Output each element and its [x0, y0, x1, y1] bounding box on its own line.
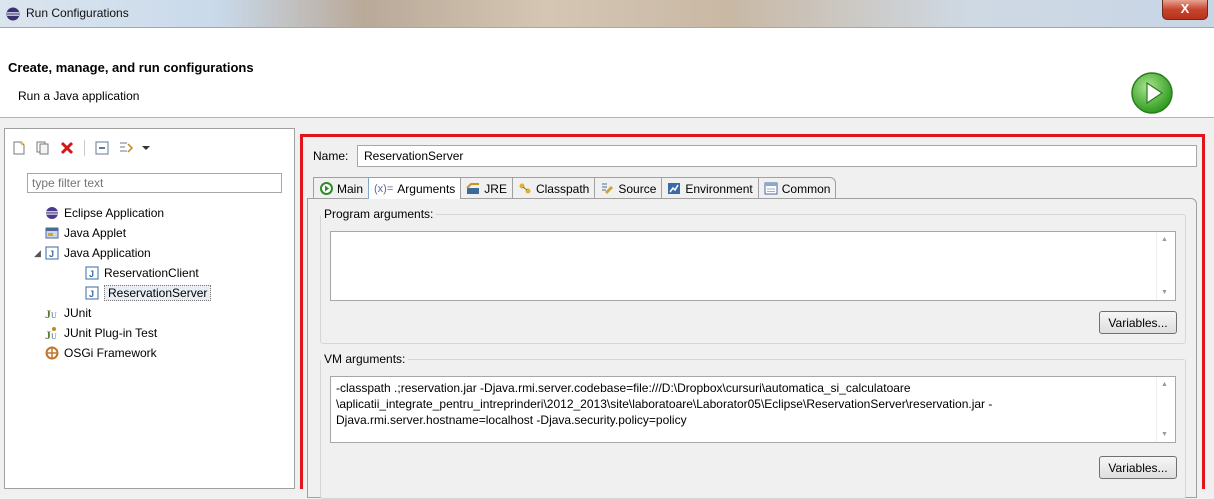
vm-arguments-line: Djava.rmi.server.hostname=localhost -Dja… [336, 413, 687, 427]
svg-text:J: J [89, 269, 94, 279]
tab-source[interactable]: Source [594, 177, 662, 199]
tab-main[interactable]: Main [313, 177, 369, 199]
close-button[interactable]: X [1162, 0, 1208, 20]
svg-text:U: U [51, 332, 57, 340]
new-configuration-icon[interactable] [10, 139, 28, 157]
program-arguments-label: Program arguments: [321, 207, 437, 221]
window-title: Run Configurations [26, 6, 129, 20]
config-tabs: Main (x)= Arguments JRE Classpath Source… [313, 177, 837, 199]
jre-icon [466, 182, 480, 196]
vm-arguments-textarea[interactable]: -classpath .;reservation.jar -Djava.rmi.… [330, 376, 1176, 443]
tree-item-label: Eclipse Application [64, 206, 165, 220]
osgi-icon [45, 346, 59, 360]
scroll-down-icon[interactable]: ▼ [1161, 431, 1168, 438]
tab-classpath[interactable]: Classpath [511, 177, 595, 199]
junit-icon: JU [45, 306, 59, 320]
tab-label: Source [618, 181, 657, 196]
java-class-icon: J [85, 266, 99, 280]
arguments-tab-body: Program arguments: ▲ ▼ Variables... VM a… [307, 198, 1197, 499]
source-icon [600, 182, 614, 196]
name-label: Name: [313, 149, 349, 163]
tab-common[interactable]: Common [757, 177, 837, 199]
program-arguments-textarea[interactable] [330, 231, 1176, 301]
environment-icon [667, 182, 681, 196]
arguments-icon: (x)= [374, 182, 394, 195]
scroll-up-icon[interactable]: ▲ [1161, 236, 1168, 243]
title-bar: Run Configurations X [0, 0, 1214, 28]
run-icon [1130, 71, 1174, 115]
vm-arguments-line: -classpath .;reservation.jar -Djava.rmi.… [336, 381, 911, 395]
tree-item-java-application[interactable]: J Java Application [45, 243, 151, 263]
tree-item-osgi-framework[interactable]: OSGi Framework [45, 343, 157, 363]
vm-arguments-scrollbar[interactable]: ▲ ▼ [1156, 377, 1173, 442]
eclipse-icon [45, 206, 59, 220]
tree-item-junit[interactable]: JU JUnit [45, 303, 91, 323]
tab-label: Environment [685, 181, 753, 196]
eclipse-app-icon [6, 7, 20, 21]
tab-label: Main [337, 181, 364, 196]
java-application-icon: J [45, 246, 59, 260]
junit-plugin-icon: JU [45, 326, 59, 340]
vm-arguments-label: VM arguments: [321, 352, 409, 366]
svg-text:U: U [51, 311, 57, 320]
main-tab-icon [319, 182, 333, 196]
filter-icon[interactable] [117, 139, 135, 157]
tree-item-label: JUnit Plug-in Test [64, 326, 158, 340]
tab-label: Common [781, 181, 831, 196]
expanded-arrow-icon[interactable]: ◢ [34, 248, 41, 259]
scroll-down-icon[interactable]: ▼ [1161, 289, 1168, 296]
delete-icon[interactable] [58, 139, 76, 157]
tree-item-reservation-client[interactable]: J ReservationClient [85, 263, 199, 283]
tree-item-label: OSGi Framework [64, 346, 157, 360]
tree-item-label: ReservationServer [104, 285, 212, 301]
filter-input[interactable] [27, 173, 282, 193]
tree-item-reservation-server[interactable]: J ReservationServer [85, 283, 212, 303]
configuration-editor: Name: ReservationServer Main (x)= Argume… [300, 134, 1205, 499]
tree-item-label: Java Applet [64, 226, 127, 240]
tree-item-java-applet[interactable]: Java Applet [45, 223, 126, 243]
tab-label: Classpath [535, 181, 590, 196]
duplicate-icon[interactable] [34, 139, 52, 157]
name-field[interactable]: ReservationServer [357, 145, 1197, 167]
svg-text:J: J [89, 289, 94, 299]
tab-label: JRE [484, 181, 507, 196]
tab-environment[interactable]: Environment [661, 177, 758, 199]
configurations-panel: Eclipse Application Java Applet ◢ J Java… [4, 128, 295, 489]
tree-item-label: Java Application [64, 246, 151, 260]
java-applet-icon [45, 226, 59, 240]
tab-jre[interactable]: JRE [460, 177, 512, 199]
scroll-up-icon[interactable]: ▲ [1161, 381, 1168, 388]
classpath-icon [518, 182, 532, 196]
tab-label: Arguments [397, 181, 456, 196]
tree-item-junit-plugin-test[interactable]: JU JUnit Plug-in Test [45, 323, 157, 343]
java-class-icon: J [85, 286, 99, 300]
program-variables-button[interactable]: Variables... [1099, 311, 1177, 334]
tab-arguments[interactable]: (x)= Arguments [368, 177, 461, 199]
program-arguments-group: Program arguments: ▲ ▼ Variables... [320, 207, 1186, 344]
vm-arguments-group: VM arguments: -classpath .;reservation.j… [320, 352, 1186, 499]
banner-heading: Create, manage, and run configurations [8, 60, 254, 75]
program-arguments-scrollbar[interactable]: ▲ ▼ [1156, 232, 1173, 300]
tree-item-label: ReservationClient [104, 266, 199, 280]
vm-arguments-line: \aplicatii_integrate_pentru_intreprinder… [336, 397, 993, 411]
tree-item-eclipse-application[interactable]: Eclipse Application [45, 203, 164, 223]
vm-variables-button[interactable]: Variables... [1099, 456, 1177, 479]
collapse-all-icon[interactable] [93, 139, 111, 157]
header-banner: Create, manage, and run configurations R… [0, 28, 1214, 118]
tree-item-label: JUnit [64, 306, 92, 320]
toolbar-separator [84, 140, 85, 156]
configurations-toolbar [10, 138, 151, 158]
svg-text:J: J [49, 249, 54, 259]
dropdown-arrow-icon[interactable] [141, 139, 151, 157]
banner-subheading: Run a Java application [18, 89, 140, 103]
common-icon [764, 182, 778, 196]
